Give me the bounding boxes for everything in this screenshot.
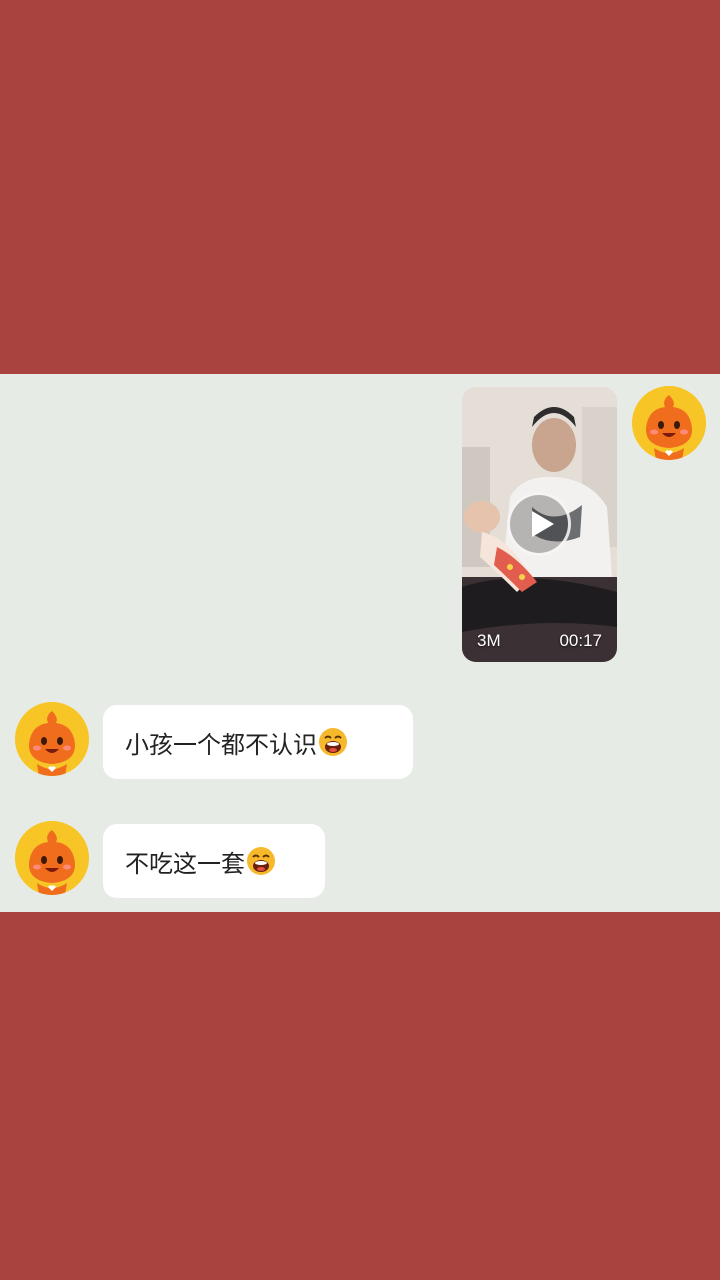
play-icon [532, 511, 554, 537]
video-duration: 00:17 [559, 631, 602, 650]
text-message-bubble[interactable]: 不吃这一套 [103, 824, 325, 898]
laughing-crying-emoji-icon [246, 846, 276, 876]
avatar-self[interactable] [632, 386, 706, 460]
message-text: 不吃这一套 [125, 849, 245, 878]
avatar-contact[interactable] [15, 702, 89, 776]
orange-mascot-icon [632, 386, 706, 460]
chat-area[interactable]: 3M 00:17 小孩一个都不认识 不吃这一套 [0, 374, 720, 912]
orange-mascot-icon [15, 821, 89, 895]
play-button[interactable] [507, 492, 571, 556]
avatar-contact[interactable] [15, 821, 89, 895]
laughing-crying-emoji-icon [318, 727, 348, 757]
top-red-band [0, 0, 720, 374]
video-message[interactable]: 3M 00:17 [462, 387, 617, 662]
video-size: 3M [477, 631, 501, 650]
message-text: 小孩一个都不认识 [125, 730, 317, 759]
text-message-bubble[interactable]: 小孩一个都不认识 [103, 705, 413, 779]
orange-mascot-icon [15, 702, 89, 776]
bottom-red-band [0, 912, 720, 1280]
